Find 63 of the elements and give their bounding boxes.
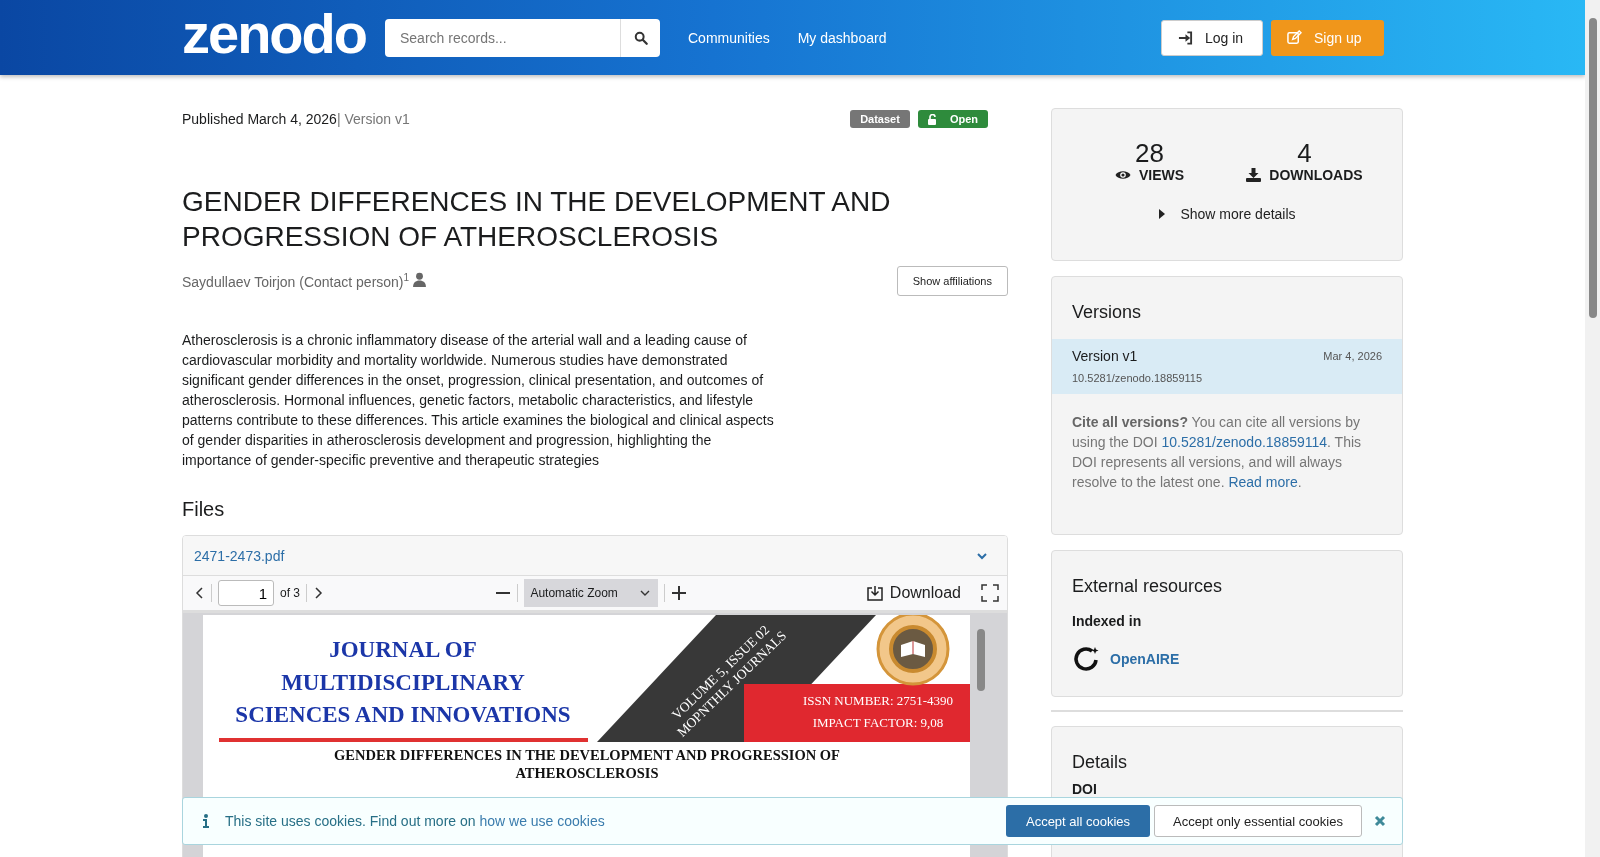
download-icon: [865, 584, 884, 602]
details-heading: Details: [1071, 751, 1129, 774]
stat-value: 4: [1297, 139, 1312, 167]
page-count: of 3: [280, 586, 300, 600]
version-item[interactable]: Version v1 Mar 4, 2026 10.5281/zenodo.18859115: [1052, 339, 1402, 394]
record-title: GENDER DIFFERENCES IN THE DEVELOPMENT AND PROGRESSION OF ATHEROSCLEROSIS: [182, 185, 892, 254]
versions-heading: Versions: [1071, 301, 1143, 324]
stat-label: DOWNLOADS: [1269, 167, 1363, 183]
close-icon[interactable]: [1374, 815, 1386, 827]
page-scrollbar[interactable]: [1585, 0, 1600, 857]
info-icon: [203, 814, 209, 828]
external-resources-heading: External resources: [1071, 575, 1224, 598]
search-button[interactable]: [620, 18, 660, 57]
zoom-dropdown[interactable]: Automatic Zoom: [524, 579, 659, 607]
previous-page-icon[interactable]: [195, 586, 205, 600]
journal-title: SCIENCES AND INNOVATIONS: [235, 702, 571, 727]
creator-name[interactable]: Saydullaev Toirjon (Contact person)$^{1}$: [182, 272, 410, 290]
caret-icon: [1158, 209, 1167, 219]
accept-essential-button[interactable]: Accept only essential cookies: [1154, 805, 1362, 837]
edit-icon: [1287, 30, 1302, 45]
doi-label: DOI: [1071, 781, 1098, 797]
caret-icon: [640, 590, 651, 596]
page-number-field[interactable]: 1: [218, 580, 274, 606]
access-badge: Open: [917, 110, 988, 128]
search-field[interactable]: Search records...: [385, 18, 620, 57]
show-more-details-toggle[interactable]: Show more details: [1152, 205, 1302, 223]
openaire-link[interactable]: OpenAIRE: [1110, 651, 1180, 667]
journal-title: MULTIDISCIPLINARY: [281, 669, 525, 695]
download-icon: [1246, 168, 1262, 182]
nav-link[interactable]: My dashboard: [797, 29, 887, 46]
stat-label: VIEWS: [1138, 167, 1185, 183]
abstract-text: Atherosclerosis is a chronic inflammatory disease of the arterial wall and a leading cause of cardiovascular morbidity and mortality worldwide. Numerous studies have demonstrated significant gender differences in the onset, progression, clinical presentation, and outcomes of atherosclerosis. Hormonal influences, genetic factors, metabolic characteristics, and lifestyle patterns contribute to these differences. This article examines the biological and clinical aspects of gender disparities in atherosclerosis development and progression, highlighting the importance of gender-specific preventive and therapeutic strategies: [182, 331, 775, 470]
next-page-icon[interactable]: [313, 586, 323, 600]
read-more-link[interactable]: Read more: [1228, 474, 1298, 490]
logo[interactable]: zenodo: [182, 5, 385, 62]
cookie-message: This site uses cookies. Find out more on how we use cookies: [225, 813, 605, 829]
cite-all-versions-text: Cite all versions? You can cite all versions by using the DOI 10.5281/zenodo.18859114. This DOI represents all versions, and will always resolve to the latest one. Read more.: [1072, 413, 1363, 492]
accept-all-button[interactable]: Accept all cookies: [1006, 805, 1150, 837]
ring-logo-icon: [1072, 645, 1100, 673]
files-heading: Files: [182, 498, 226, 521]
download-button[interactable]: Download: [859, 583, 967, 603]
person-icon: [412, 272, 428, 288]
journal-title: JOURNAL OF: [329, 637, 477, 662]
login-icon: [1178, 30, 1193, 45]
login-button[interactable]: Log in: [1161, 19, 1263, 56]
chevron-icon[interactable]: [976, 551, 988, 560]
journal-info: IMPACT FACTOR: 9,08: [812, 715, 944, 730]
file-name-link[interactable]: 2471-2473.pdf: [194, 547, 285, 564]
search-icon: [633, 30, 648, 45]
show-affiliations-button[interactable]: Show affiliations: [896, 266, 1008, 296]
version-label: | Version v1: [336, 111, 410, 127]
fullscreen-icon[interactable]: [981, 584, 999, 602]
cookie-policy-link[interactable]: how we use cookies: [479, 813, 605, 829]
journal-info: ISSN NUMBER: 2751-4390: [802, 693, 954, 708]
resource-type-badge: Dataset: [850, 110, 910, 128]
indexed-in-label: Indexed in: [1071, 613, 1143, 629]
article-title: ATHEROSCLEROSIS: [515, 765, 659, 781]
article-title: GENDER DIFFERENCES IN THE DEVELOPMENT AND PROGRESSION OF: [334, 747, 840, 763]
nav-link[interactable]: Communities: [688, 29, 770, 46]
eye-icon: [1114, 169, 1131, 181]
stat-value: 28: [1135, 139, 1164, 167]
zoom-in-icon[interactable]: [671, 585, 688, 601]
publication-date: Published March 4, 2026: [182, 111, 337, 127]
